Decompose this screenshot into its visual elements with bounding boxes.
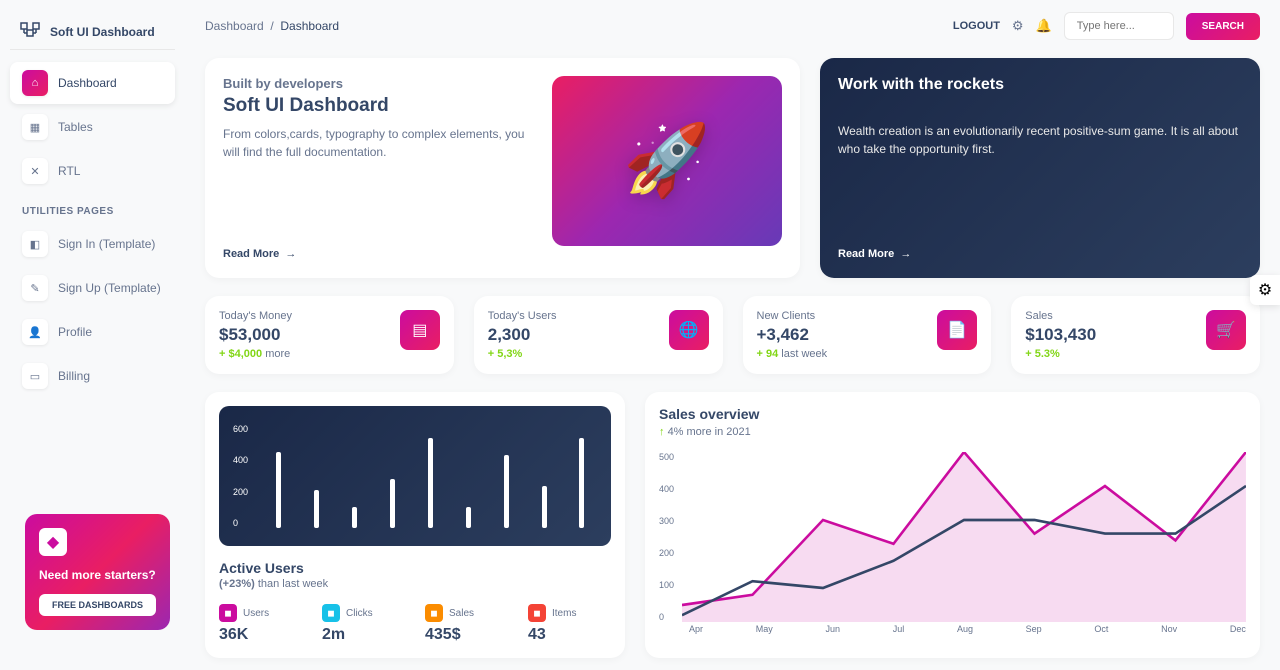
mini-stat: ◼ Clicks 2m <box>322 604 405 644</box>
mini-stat-label: Items <box>552 608 576 619</box>
sidebar-item-label: Sign In (Template) <box>58 237 155 251</box>
sidebar-item-signin[interactable]: ◧ Sign In (Template) <box>10 223 175 265</box>
active-users-subtitle: (+23%) than last week <box>219 578 611 590</box>
gear-icon[interactable]: ⚙ <box>1012 18 1024 34</box>
mini-stat-icon: ◼ <box>322 604 340 622</box>
mini-stat-label: Clicks <box>346 608 373 619</box>
free-dashboards-button[interactable]: FREE DASHBOARDS <box>39 594 156 616</box>
breadcrumb: Dashboard / Dashboard <box>205 19 339 33</box>
stat-icon: ▤ <box>400 310 440 350</box>
sidebar-item-billing[interactable]: ▭ Billing <box>10 355 175 397</box>
stat-value: $103,430 <box>1025 325 1096 345</box>
breadcrumb-root[interactable]: Dashboard <box>205 19 264 33</box>
billing-icon: ▭ <box>22 363 48 389</box>
stat-card: Today's Users 2,300 + 5,3% 🌐 <box>474 296 723 374</box>
stat-change: + 5.3% <box>1025 348 1096 360</box>
mini-stat: ◼ Sales 435$ <box>425 604 508 644</box>
mini-stat-value: 36K <box>219 626 302 644</box>
stat-label: Sales <box>1025 310 1096 322</box>
mini-stat-icon: ◼ <box>528 604 546 622</box>
read-more-link[interactable]: Read More → <box>838 248 1242 260</box>
sales-title: Sales overview <box>659 406 1246 422</box>
sidebar-item-label: Tables <box>58 120 93 134</box>
mini-stat-label: Users <box>243 608 269 619</box>
sidebar-item-rtl[interactable]: ✕ RTL <box>10 150 175 192</box>
stat-change: + $4,000 more <box>219 348 292 360</box>
brand-logo[interactable]: Soft UI Dashboard <box>10 15 175 50</box>
search-input[interactable] <box>1064 12 1174 40</box>
stat-value: 2,300 <box>488 325 557 345</box>
stat-value: +3,462 <box>757 325 828 345</box>
sidebar-item-dashboard[interactable]: ⌂ Dashboard <box>10 62 175 104</box>
stat-icon: 📄 <box>937 310 977 350</box>
mini-stat-label: Sales <box>449 608 474 619</box>
stat-label: Today's Users <box>488 310 557 322</box>
hero-desc: Wealth creation is an evolutionarily rec… <box>838 122 1242 158</box>
mini-stat: ◼ Users 36K <box>219 604 302 644</box>
stat-card: New Clients +3,462 + 94 last week 📄 <box>743 296 992 374</box>
bar-chart: 6004002000 <box>219 406 611 546</box>
mini-stat-value: 2m <box>322 626 405 644</box>
logout-button[interactable]: LOGOUT <box>953 20 1000 32</box>
active-users-title: Active Users <box>219 560 611 576</box>
sidebar-item-tables[interactable]: ▦ Tables <box>10 106 175 148</box>
sales-overview-card: Sales overview ↑ 4% more in 2021 5004003… <box>645 392 1260 658</box>
hero-title: Work with the rockets <box>838 76 1242 94</box>
stat-label: New Clients <box>757 310 828 322</box>
stat-icon: 🛒 <box>1206 310 1246 350</box>
sidebar-item-profile[interactable]: 👤 Profile <box>10 311 175 353</box>
hero-developers-card: Built by developers Soft UI Dashboard Fr… <box>205 58 800 278</box>
hero-rockets-card: Work with the rockets Wealth creation is… <box>820 58 1260 278</box>
profile-icon: 👤 <box>22 319 48 345</box>
promo-card: ◆ Need more starters? FREE DASHBOARDS <box>25 514 170 630</box>
diamond-icon: ◆ <box>39 528 67 556</box>
rocket-image: 🚀 <box>552 76 782 246</box>
mini-stat-value: 435$ <box>425 626 508 644</box>
sidebar-item-label: Billing <box>58 369 90 383</box>
sidebar-section-label: UTILITIES PAGES <box>10 194 175 223</box>
hero-title: Soft UI Dashboard <box>223 95 532 117</box>
stat-label: Today's Money <box>219 310 292 322</box>
stat-value: $53,000 <box>219 325 292 345</box>
signin-icon: ◧ <box>22 231 48 257</box>
mini-stat-icon: ◼ <box>425 604 443 622</box>
mini-stat-icon: ◼ <box>219 604 237 622</box>
stat-change: + 94 last week <box>757 348 828 360</box>
hero-desc: From colors,cards, typography to complex… <box>223 125 532 161</box>
stat-icon: 🌐 <box>669 310 709 350</box>
sidebar-item-label: Profile <box>58 325 92 339</box>
mini-stat-value: 43 <box>528 626 611 644</box>
stat-change: + 5,3% <box>488 348 557 360</box>
sidebar-item-label: Sign Up (Template) <box>58 281 161 295</box>
sidebar-item-label: RTL <box>58 164 80 178</box>
home-icon: ⌂ <box>22 70 48 96</box>
signup-icon: ✎ <box>22 275 48 301</box>
table-icon: ▦ <box>22 114 48 140</box>
hero-subtitle: Built by developers <box>223 76 532 91</box>
promo-text: Need more starters? <box>39 568 156 582</box>
brand-name: Soft UI Dashboard <box>50 25 155 39</box>
stat-card: Today's Money $53,000 + $4,000 more ▤ <box>205 296 454 374</box>
breadcrumb-current: Dashboard <box>280 19 339 33</box>
sidebar-item-label: Dashboard <box>58 76 117 90</box>
mini-stat: ◼ Items 43 <box>528 604 611 644</box>
sales-subtitle: ↑ 4% more in 2021 <box>659 426 1246 438</box>
settings-fab[interactable]: ⚙ <box>1250 275 1280 305</box>
read-more-link[interactable]: Read More → <box>223 248 532 260</box>
stat-card: Sales $103,430 + 5.3% 🛒 <box>1011 296 1260 374</box>
active-users-card: 6004002000 Active Users (+23%) than last… <box>205 392 625 658</box>
search-button[interactable]: SEARCH <box>1186 13 1260 40</box>
logo-icon <box>18 20 42 44</box>
bell-icon[interactable]: 🔔 <box>1036 18 1052 34</box>
tools-icon: ✕ <box>22 158 48 184</box>
sidebar-item-signup[interactable]: ✎ Sign Up (Template) <box>10 267 175 309</box>
